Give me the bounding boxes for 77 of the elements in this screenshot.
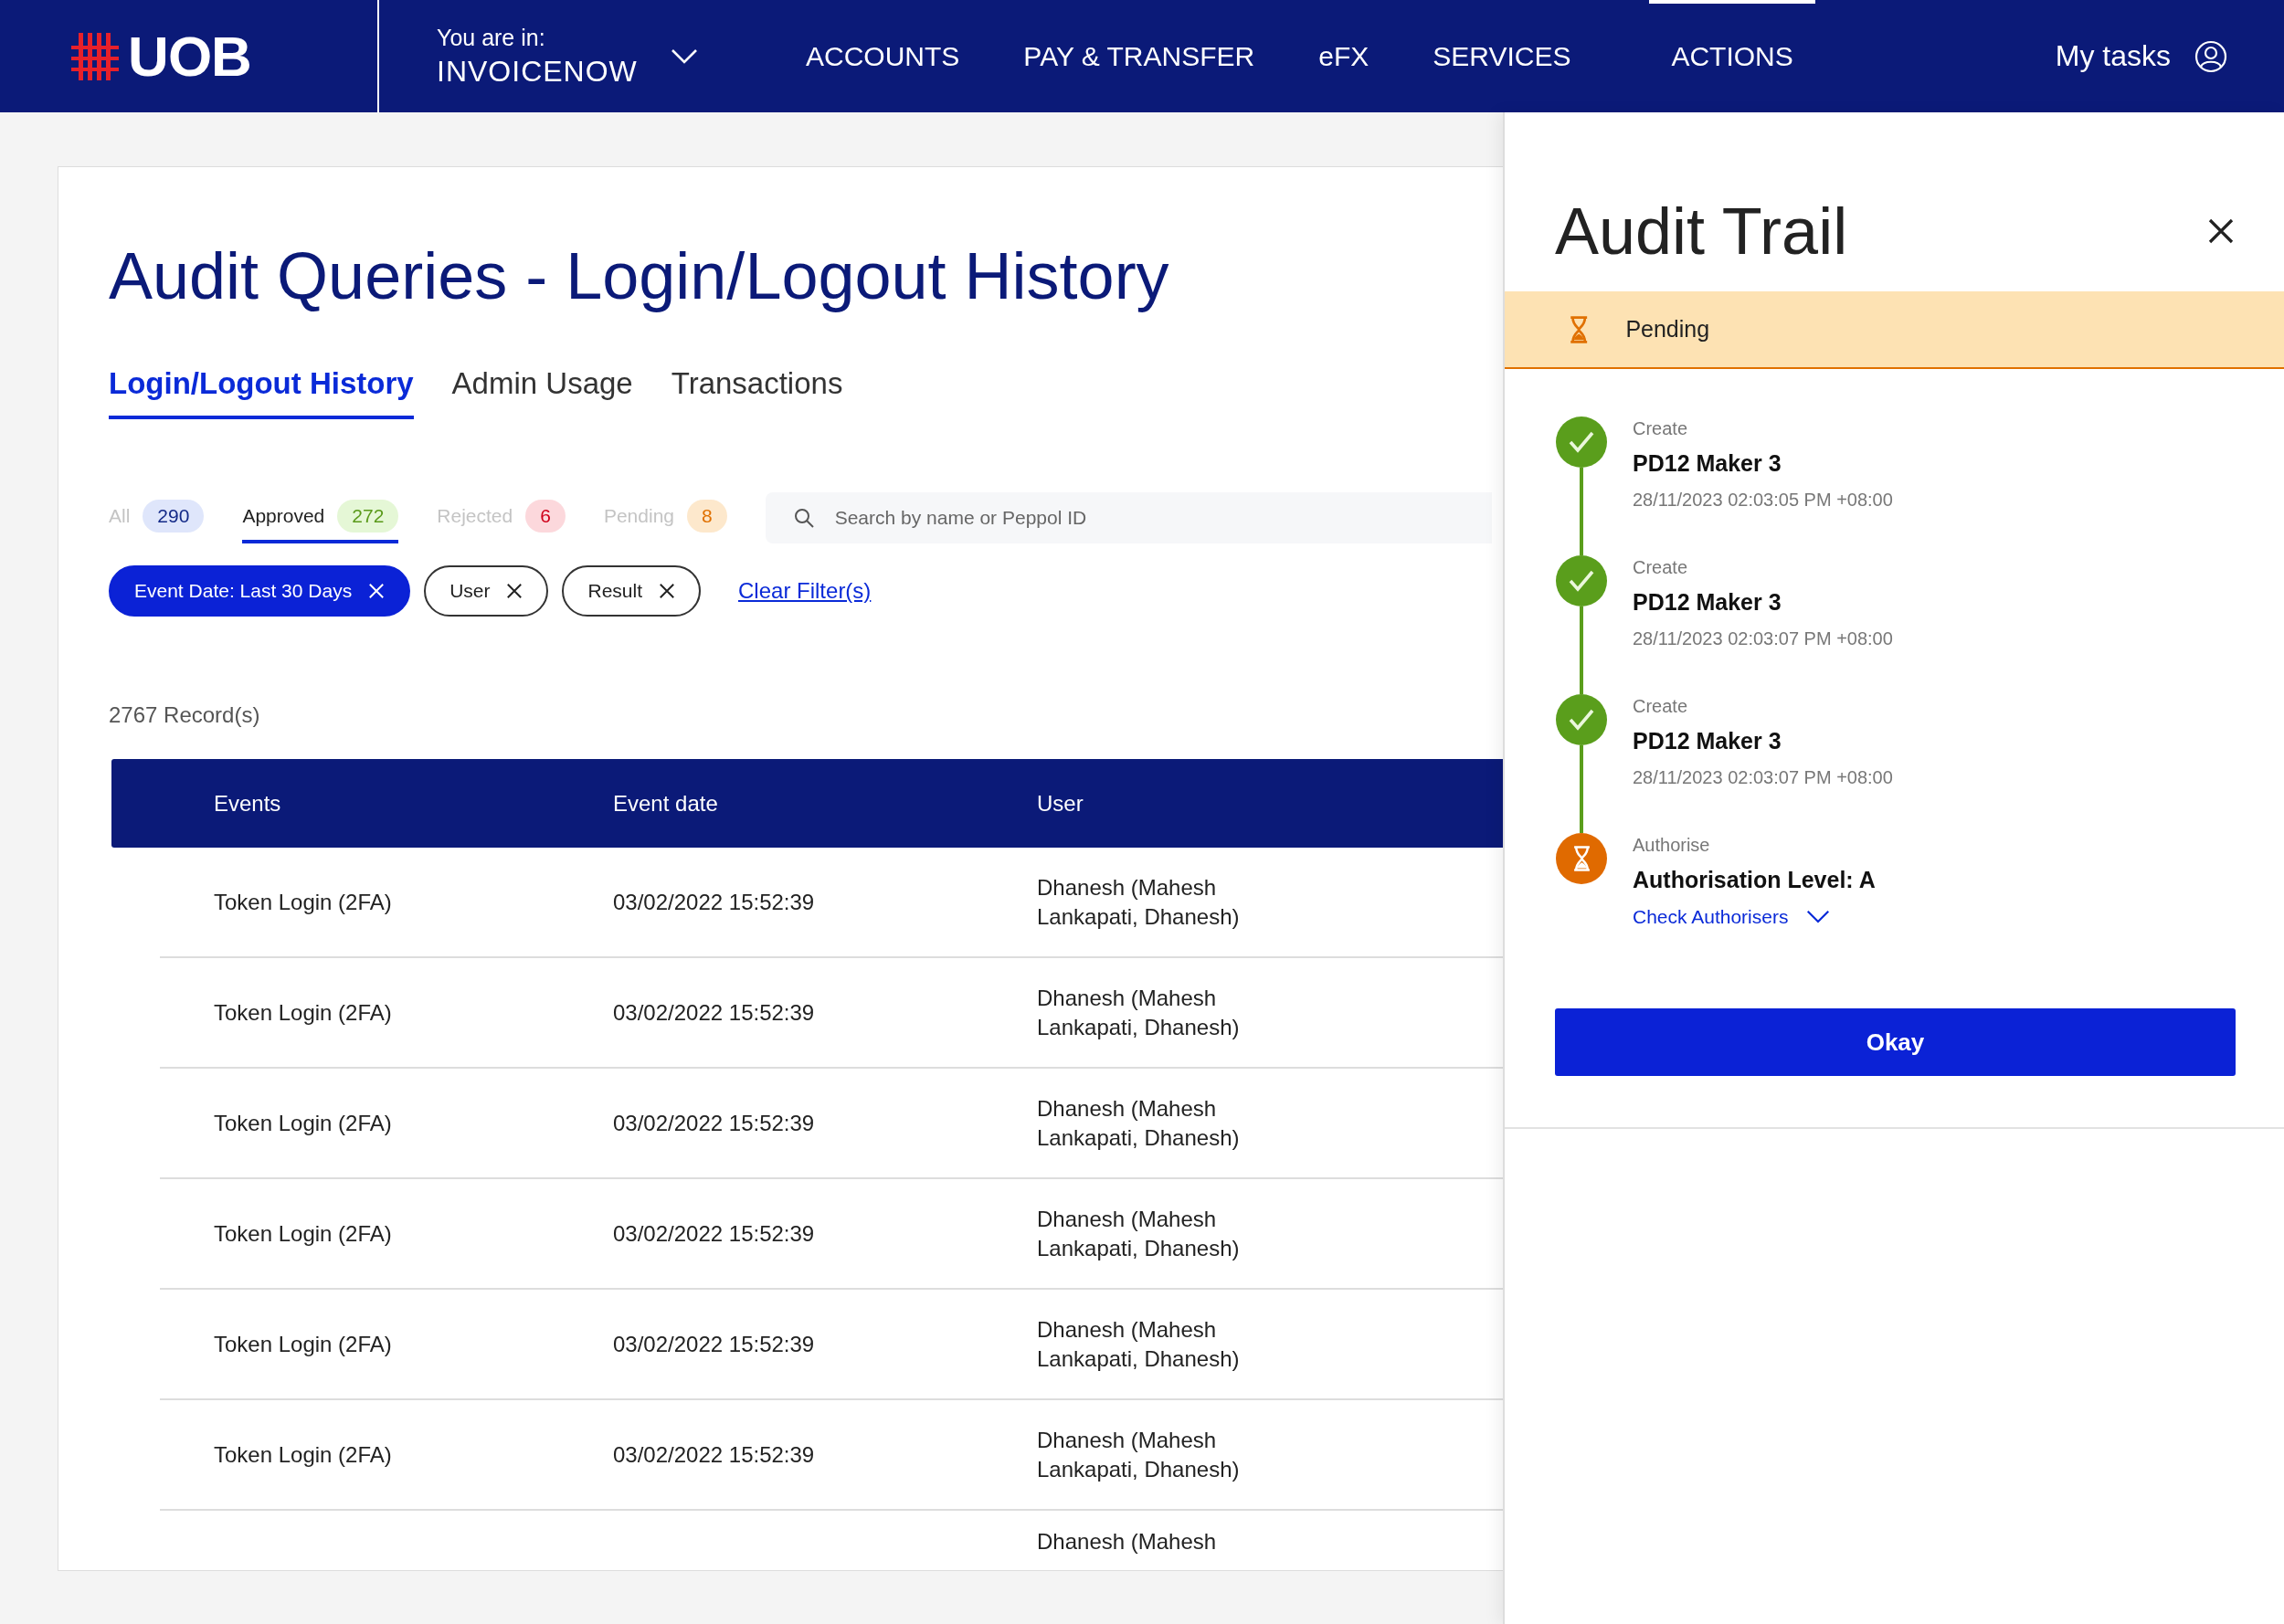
search-icon — [792, 507, 815, 529]
check-icon — [1568, 569, 1595, 593]
table-cell: Dhanesh (Mahesh — [1037, 1529, 1217, 1554]
step-timestamp: 28/11/2023 02:03:05 PM +08:00 — [1633, 490, 1893, 511]
page-title: Audit Queries - Login/Logout History — [109, 238, 1170, 313]
step-name: PD12 Maker 3 — [1633, 728, 1782, 754]
status-filter-tab[interactable]: Rejected 6 — [437, 492, 566, 543]
table-cell: 03/02/2022 15:52:39 — [613, 1441, 815, 1467]
context-label: You are in: — [437, 24, 546, 51]
tab[interactable]: Transactions — [671, 366, 843, 419]
table-cell: Token Login (2FA) — [214, 1331, 392, 1356]
table-cell: 03/02/2022 15:52:39 — [613, 889, 815, 914]
step-action: Create — [1633, 418, 1689, 439]
count-badge: 8 — [687, 500, 727, 533]
count-badge: 290 — [143, 500, 205, 533]
check-icon — [1568, 430, 1595, 454]
table-cell: Token Login (2FA) — [214, 1441, 392, 1467]
tab[interactable]: Admin Usage — [451, 366, 633, 419]
close-icon — [368, 583, 386, 599]
table-cell: Dhanesh (Mahesh Lankapati, Dhanesh) — [1037, 1096, 1240, 1150]
nav-item[interactable]: SERVICES — [1411, 0, 1593, 112]
logo-icon — [71, 32, 120, 80]
nav-item[interactable]: PAY & TRANSFER — [1001, 0, 1277, 112]
hourglass-icon — [1571, 845, 1591, 872]
step-name: Authorisation Level: A — [1633, 867, 1876, 893]
panel-title: Audit Trail — [1555, 194, 1848, 269]
close-icon — [506, 583, 523, 599]
status-filter-tab[interactable]: All 290 — [109, 492, 205, 543]
table-cell: Dhanesh (Mahesh Lankapati, Dhanesh) — [1037, 1428, 1240, 1482]
step-timestamp: 28/11/2023 02:03:07 PM +08:00 — [1633, 767, 1893, 788]
check-icon — [1568, 708, 1595, 732]
chevron-down-icon — [1806, 910, 1831, 924]
table-cell: Dhanesh (Mahesh Lankapati, Dhanesh) — [1037, 875, 1240, 929]
clear-filters-link[interactable]: Clear Filter(s) — [738, 578, 872, 604]
context-value[interactable]: INVOICENOW — [437, 54, 638, 89]
table-cell: Token Login (2FA) — [214, 1220, 392, 1246]
chevron-down-icon — [670, 47, 698, 65]
okay-button[interactable]: Okay — [1555, 1008, 2236, 1076]
search-field[interactable]: Search by name or Peppol ID — [765, 492, 1492, 543]
logo-text: UOB — [128, 24, 251, 89]
step-name: PD12 Maker 3 — [1633, 450, 1782, 477]
count-badge: 272 — [337, 500, 399, 533]
step-timestamp: 28/11/2023 02:03:07 PM +08:00 — [1633, 628, 1893, 649]
filter-chip[interactable]: User — [424, 565, 549, 617]
column-header: Events — [214, 790, 281, 817]
table-cell: Token Login (2FA) — [214, 889, 392, 914]
close-icon — [2207, 217, 2235, 245]
user-icon — [2194, 39, 2227, 73]
status-label: Pending — [1625, 316, 1710, 343]
check-authorisers-link[interactable]: Check Authorisers — [1633, 906, 1876, 928]
table-cell: Token Login (2FA) — [214, 999, 392, 1025]
table-cell: 03/02/2022 15:52:39 — [613, 1220, 815, 1246]
table-cell: Dhanesh (Mahesh Lankapati, Dhanesh) — [1037, 986, 1240, 1039]
step-action: Create — [1633, 557, 1689, 578]
table-cell: Dhanesh (Mahesh Lankapati, Dhanesh) — [1037, 1207, 1240, 1260]
close-button[interactable] — [2207, 217, 2235, 245]
table-cell: 03/02/2022 15:52:39 — [613, 1110, 815, 1135]
column-header: User — [1037, 790, 1084, 817]
status-filter-tab[interactable]: Approved 272 — [242, 492, 399, 543]
table-cell: Token Login (2FA) — [214, 1110, 392, 1135]
step-action: Authorise — [1633, 835, 1711, 856]
table-cell: Dhanesh (Mahesh Lankapati, Dhanesh) — [1037, 1317, 1240, 1371]
nav-item[interactable]: eFX — [1296, 0, 1391, 112]
count-badge: 6 — [525, 500, 566, 533]
step-action: Create — [1633, 696, 1689, 717]
table-cell: 03/02/2022 15:52:39 — [613, 999, 815, 1025]
close-icon — [659, 583, 675, 599]
step-name: PD12 Maker 3 — [1633, 589, 1782, 616]
hourglass-icon — [1569, 314, 1590, 344]
table-cell: 03/02/2022 15:52:39 — [613, 1331, 815, 1356]
filter-chip[interactable]: Result — [562, 565, 701, 617]
filter-chip[interactable]: Event Date: Last 30 Days — [109, 565, 411, 617]
column-header: Event date — [613, 790, 718, 817]
nav-item[interactable]: ACCOUNTS — [784, 0, 982, 112]
my-tasks-link[interactable]: My tasks — [2055, 39, 2284, 73]
record-count: 2767 Record(s) — [109, 702, 260, 728]
tab[interactable]: Login/Logout History — [109, 366, 414, 419]
